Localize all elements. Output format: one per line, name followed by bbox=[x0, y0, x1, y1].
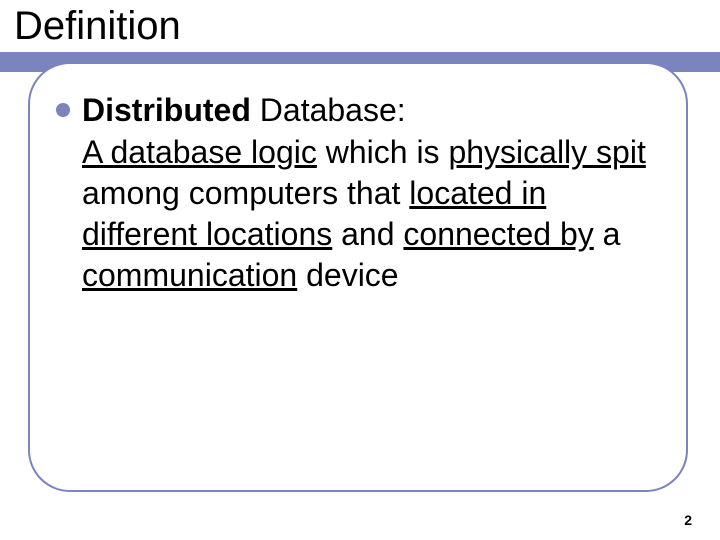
def-seg6: and bbox=[332, 216, 403, 252]
def-seg9: communication bbox=[82, 257, 297, 293]
def-seg4: among computers that bbox=[82, 175, 409, 211]
term-rest: Database: bbox=[251, 92, 406, 128]
term-line: Distributed Database: bbox=[82, 90, 646, 130]
def-seg8: a bbox=[594, 216, 621, 252]
def-seg2: which is bbox=[317, 134, 449, 170]
def-seg3: physically spit bbox=[448, 134, 645, 170]
def-seg10: device bbox=[297, 257, 398, 293]
page-number: 2 bbox=[684, 512, 692, 528]
def-seg7: connected by bbox=[403, 216, 593, 252]
slide-title: Definition bbox=[14, 4, 181, 49]
bullet-block: Distributed Database: A database logic w… bbox=[82, 90, 646, 296]
content-inner: Distributed Database: A database logic w… bbox=[30, 64, 686, 316]
definition-text: A database logic which is physically spi… bbox=[82, 132, 646, 296]
bullet-icon bbox=[56, 103, 70, 117]
term-bold: Distributed bbox=[82, 92, 251, 128]
content-frame: Distributed Database: A database logic w… bbox=[28, 62, 688, 492]
def-seg1: A database logic bbox=[82, 134, 317, 170]
